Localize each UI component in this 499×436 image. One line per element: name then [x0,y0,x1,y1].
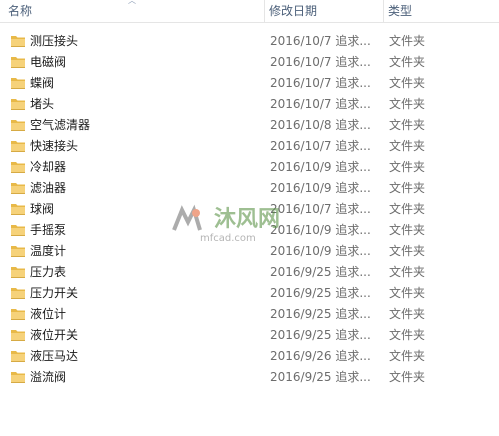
file-type: 文件夹 [389,349,426,363]
file-type: 文件夹 [389,223,426,237]
file-modified-date: 2016/9/25 追求... [270,265,371,279]
file-type: 文件夹 [389,265,426,279]
file-modified-date: 2016/10/7 追求... [270,139,371,153]
file-modified-date: 2016/9/25 追求... [270,307,371,321]
sort-arrow-icon: ︿ [128,0,136,5]
file-modified-date: 2016/10/7 追求... [270,55,371,69]
file-type: 文件夹 [389,202,426,216]
file-type: 文件夹 [389,139,426,153]
folder-icon [10,328,26,342]
file-name: 电磁阀 [30,55,67,69]
file-modified-date: 2016/10/9 追求... [270,244,371,258]
file-name: 手摇泵 [30,223,67,237]
folder-icon [10,349,26,363]
file-row[interactable]: 温度计 2016/10/9 追求... 文件夹 [0,241,499,262]
file-row[interactable]: 压力表 2016/9/25 追求... 文件夹 [0,262,499,283]
file-modified-date: 2016/9/26 追求... [270,349,371,363]
file-name: 液位开关 [30,328,79,342]
file-name: 液位计 [30,307,67,321]
folder-icon [10,202,26,216]
file-type: 文件夹 [389,34,426,48]
file-row[interactable]: 快速接头 2016/10/7 追求... 文件夹 [0,136,499,157]
file-name: 空气滤清器 [30,118,91,132]
file-type: 文件夹 [389,76,426,90]
file-row[interactable]: 空气滤清器 2016/10/8 追求... 文件夹 [0,115,499,136]
folder-icon [10,34,26,48]
column-header-bar: 名称 ︿ 修改日期 类型 [0,0,499,23]
file-row[interactable]: 堵头 2016/10/7 追求... 文件夹 [0,94,499,115]
file-type: 文件夹 [389,370,426,384]
folder-icon [10,307,26,321]
folder-icon [10,139,26,153]
file-name: 堵头 [30,97,55,111]
file-row[interactable]: 手摇泵 2016/10/9 追求... 文件夹 [0,220,499,241]
file-modified-date: 2016/10/8 追求... [270,118,371,132]
file-name: 温度计 [30,244,67,258]
file-name: 球阀 [30,202,55,216]
file-row[interactable]: 液位计 2016/9/25 追求... 文件夹 [0,304,499,325]
folder-icon [10,55,26,69]
file-row[interactable]: 测压接头 2016/10/7 追求... 文件夹 [0,31,499,52]
file-modified-date: 2016/9/25 追求... [270,286,371,300]
file-modified-date: 2016/10/7 追求... [270,202,371,216]
column-header-date[interactable]: 修改日期 [265,0,383,22]
file-modified-date: 2016/10/7 追求... [270,97,371,111]
file-modified-date: 2016/10/9 追求... [270,181,371,195]
file-type: 文件夹 [389,328,426,342]
folder-icon [10,286,26,300]
folder-icon [10,244,26,258]
file-type: 文件夹 [389,307,426,321]
file-name: 蝶阀 [30,76,55,90]
file-type: 文件夹 [389,118,426,132]
folder-icon [10,97,26,111]
file-modified-date: 2016/10/9 追求... [270,223,371,237]
folder-icon [10,181,26,195]
file-type: 文件夹 [389,160,426,174]
folder-icon [10,370,26,384]
file-type: 文件夹 [389,55,426,69]
file-row[interactable]: 滤油器 2016/10/9 追求... 文件夹 [0,178,499,199]
column-header-type[interactable]: 类型 [384,0,499,22]
file-row[interactable]: 压力开关 2016/9/25 追求... 文件夹 [0,283,499,304]
file-row[interactable]: 电磁阀 2016/10/7 追求... 文件夹 [0,52,499,73]
file-row[interactable]: 液压马达 2016/9/26 追求... 文件夹 [0,346,499,367]
folder-icon [10,76,26,90]
file-modified-date: 2016/10/7 追求... [270,76,371,90]
folder-icon [10,160,26,174]
folder-icon [10,223,26,237]
file-row[interactable]: 蝶阀 2016/10/7 追求... 文件夹 [0,73,499,94]
file-modified-date: 2016/10/9 追求... [270,160,371,174]
file-type: 文件夹 [389,286,426,300]
file-name: 快速接头 [30,139,79,153]
folder-icon [10,118,26,132]
file-type: 文件夹 [389,244,426,258]
file-name: 液压马达 [30,349,79,363]
file-name: 溢流阀 [30,370,67,384]
file-type: 文件夹 [389,97,426,111]
file-row[interactable]: 冷却器 2016/10/9 追求... 文件夹 [0,157,499,178]
file-row[interactable]: 溢流阀 2016/9/25 追求... 文件夹 [0,367,499,388]
file-row[interactable]: 球阀 2016/10/7 追求... 文件夹 [0,199,499,220]
file-name: 测压接头 [30,34,79,48]
file-name: 压力表 [30,265,67,279]
file-name: 冷却器 [30,160,67,174]
folder-icon [10,265,26,279]
file-name: 滤油器 [30,181,67,195]
file-row[interactable]: 液位开关 2016/9/25 追求... 文件夹 [0,325,499,346]
file-type: 文件夹 [389,181,426,195]
file-name: 压力开关 [30,286,79,300]
file-modified-date: 2016/10/7 追求... [270,34,371,48]
file-modified-date: 2016/9/25 追求... [270,328,371,342]
file-modified-date: 2016/9/25 追求... [270,370,371,384]
